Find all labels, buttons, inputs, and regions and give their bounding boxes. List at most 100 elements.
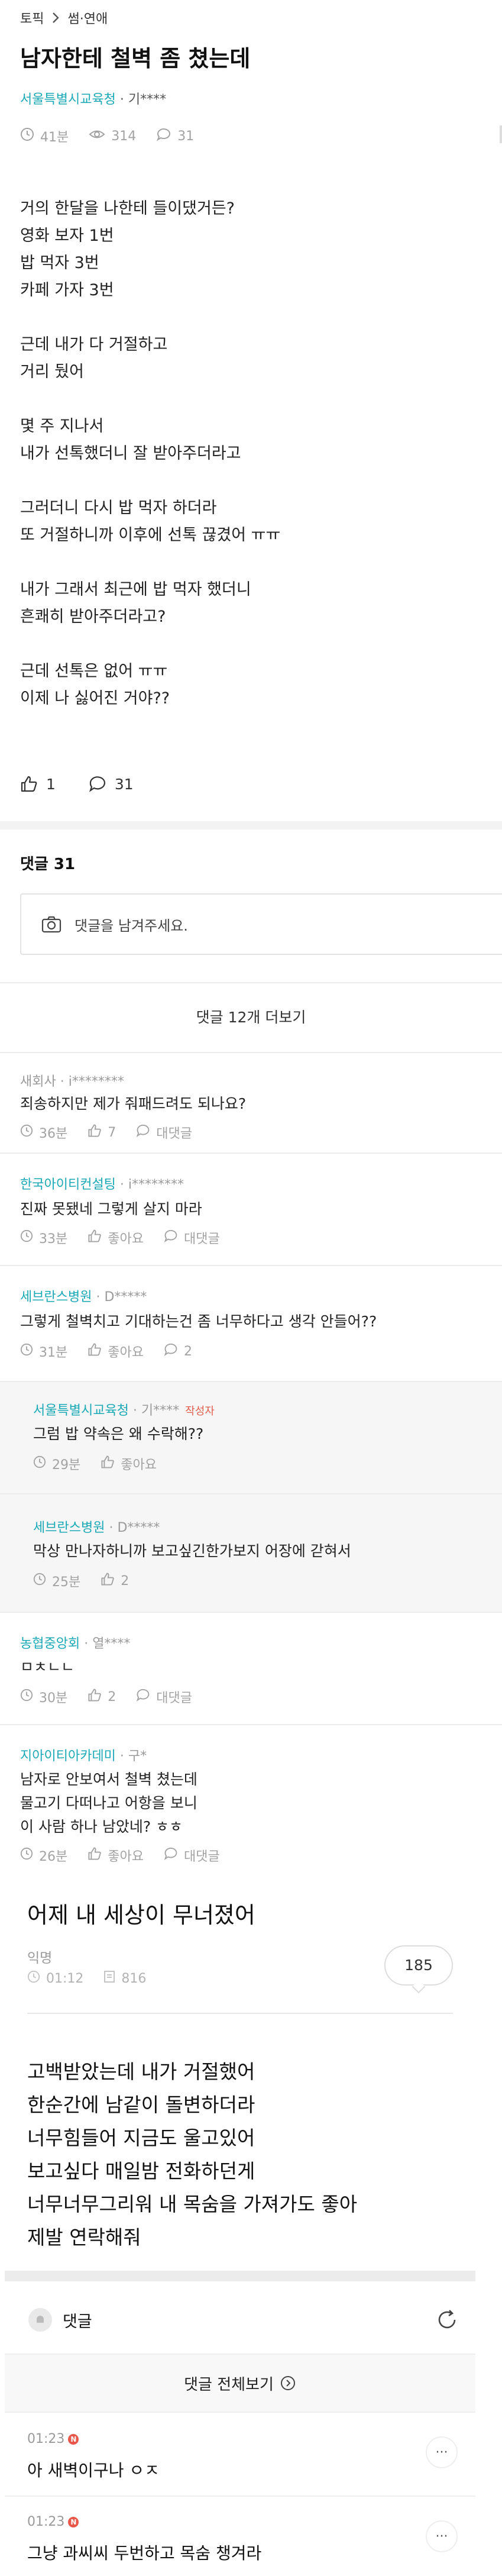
reply-button[interactable]: 대댓글 xyxy=(136,1687,192,1706)
comment-text: 그렇게 철벽치고 기대하는건 좀 너무하다고 생각 안들어?? xyxy=(20,1313,377,1330)
comment-author[interactable]: 농협중앙회 · 열**** xyxy=(20,1633,130,1652)
post-comments: 31 xyxy=(156,127,194,145)
comment-input[interactable]: 댓글을 남겨주세요. xyxy=(20,893,502,955)
comment-time: 26분 xyxy=(20,1846,67,1865)
comment-count-button[interactable]: 31 xyxy=(89,776,134,793)
view-all-comments-button[interactable]: 댓글 전체보기 xyxy=(5,2354,475,2413)
post-paragraph: 내가 그래서 최근에 밥 먹자 했더니 흔쾌히 받아주더라고? xyxy=(20,580,251,626)
comment-text: ㅁㅊㄴㄴ xyxy=(20,1658,75,1676)
comment-item: 농협중앙회 · 열**** ㅁㅊㄴㄴ 30분 2 대댓글 xyxy=(0,1613,502,1725)
reply-item: 세브란스병원 · D***** 막상 만나자하니까 보고싶긴한가보지 어장에 갇… xyxy=(0,1494,502,1613)
more-comments-button[interactable]: 댓글 12개 더보기 xyxy=(0,983,502,1052)
more-edge-marker xyxy=(500,125,502,143)
comment-like-button[interactable]: 7 xyxy=(88,1124,116,1141)
more-options-button[interactable]: ··· xyxy=(426,2520,458,2552)
reply-item: 서울특별시교육청 · 기**** 작성자 그럼 밥 약속은 왜 수락해?? 29분… xyxy=(0,1382,502,1494)
breadcrumb-root[interactable]: 토픽 xyxy=(20,8,44,27)
eye-icon xyxy=(89,128,111,144)
comment-author[interactable]: 서울특별시교육청 · 기**** 작성자 xyxy=(33,1400,215,1419)
thumbs-up-icon xyxy=(20,775,38,793)
thumbs-up-icon xyxy=(88,1229,108,1247)
author-badge: 작성자 xyxy=(185,1405,215,1418)
comment-item: 지아이티아카데미 · 구* 남자로 안보여서 철벽 쳤는데 물고기 다떠나고 어항… xyxy=(0,1725,502,1873)
comment-item: 세브란스병원 · D***** 그렇게 철벽치고 기대하는건 좀 너무하다고 생… xyxy=(0,1266,502,1382)
comment-time: 36분 xyxy=(20,1123,67,1142)
comment-author[interactable]: 한국아이티컨설팅 · i******** xyxy=(20,1174,184,1193)
comment-time: 01:23 xyxy=(27,2514,65,2529)
comment-like-button[interactable]: 2 xyxy=(101,1572,129,1590)
comment-meta: 29분 좋아요 xyxy=(33,1454,177,1473)
clock-icon xyxy=(33,1455,52,1472)
comment-time: 29분 xyxy=(33,1454,80,1473)
comment-item: 새회사 · i******** 죄송하지만 제가 줘패드려도 되나요? 36분 … xyxy=(0,1053,502,1154)
comment-like-button[interactable]: 좋아요 xyxy=(101,1454,157,1473)
more-options-button[interactable]: ··· xyxy=(426,2436,458,2468)
post-paragraph: 거의 한달을 나한테 들이댔거든? 영화 보자 1번 밥 먹자 3번 카페 가자 3번 xyxy=(20,199,235,299)
divider xyxy=(27,2013,453,2014)
like-button[interactable]: 1 xyxy=(20,775,56,793)
comment-text: 그냥 과씨씨 두번하고 목숨 챙겨라 xyxy=(27,2543,262,2563)
cafe-post-views: 816 xyxy=(103,1970,146,1987)
comment-meta: 30분 2 대댓글 xyxy=(20,1687,212,1706)
cafe-comment-header: 댓글 xyxy=(5,2293,475,2346)
post-paragraph: 근데 선톡은 없어 ㅠㅠ 이제 나 싫어진 거야?? xyxy=(20,662,170,708)
comment-item: 한국아이티컨설팅 · i******** 진짜 못됐네 그렇게 살지 마라 33… xyxy=(0,1154,502,1266)
comment-author[interactable]: 세브란스병원 · D***** xyxy=(20,1286,147,1305)
thumbs-up-icon xyxy=(88,1342,108,1360)
reply-button[interactable]: 대댓글 xyxy=(136,1123,192,1142)
comment-icon xyxy=(156,127,177,145)
clock-icon xyxy=(20,1689,39,1705)
clock-icon xyxy=(20,1847,39,1864)
thumbs-up-icon xyxy=(88,1124,108,1141)
post-views: 314 xyxy=(89,128,136,144)
comment-author[interactable]: 지아이티아카데미 · 구* xyxy=(20,1745,147,1764)
comment-text: 남자로 안보여서 철벽 쳤는데 물고기 다떠나고 어항을 보니 이 사람 하나 남았… xyxy=(20,1771,197,1835)
post-reactions: 1 31 xyxy=(20,775,134,793)
comment-text: 막상 만나자하니까 보고싶긴한가보지 어장에 갇혀서 xyxy=(33,1542,351,1560)
page-title: 남자한테 철벽 좀 쳤는데 xyxy=(20,46,251,72)
reply-button[interactable]: 대댓글 xyxy=(164,1846,220,1865)
comment-meta: 31분 좋아요 2 xyxy=(20,1342,212,1361)
clock-icon xyxy=(20,127,40,145)
comment-time: 01:23 xyxy=(27,2432,65,2446)
comment-author[interactable]: 새회사 · i******** xyxy=(20,1071,124,1090)
document-icon xyxy=(103,1970,121,1987)
reply-button[interactable]: 대댓글 xyxy=(164,1228,220,1247)
camera-icon[interactable] xyxy=(41,915,61,933)
cafe-post-body: 고백받았는데 내가 거절했어 한순간에 남같이 돌변하더라 너무힘들어 지금도 … xyxy=(27,2060,358,2249)
post-paragraph: 근데 내가 다 거절하고 거리 뒀어 xyxy=(20,335,168,381)
comment-text: 진짜 못됐네 그렇게 살지 마라 xyxy=(20,1200,202,1218)
comment-text: 그럼 밥 약속은 왜 수락해?? xyxy=(33,1425,204,1442)
comment-input-placeholder: 댓글을 남겨주세요. xyxy=(75,917,188,934)
comment-like-button[interactable]: 좋아요 xyxy=(88,1228,144,1247)
comment-meta: 26분 좋아요 대댓글 xyxy=(20,1846,240,1865)
comment-like-button[interactable]: 2 xyxy=(88,1688,116,1706)
thumbs-up-icon xyxy=(88,1688,108,1706)
chevron-right-icon xyxy=(52,12,60,24)
comment-time: 31분 xyxy=(20,1342,67,1361)
comment-author[interactable]: 세브란스병원 · D***** xyxy=(33,1517,160,1536)
refresh-icon[interactable] xyxy=(435,2308,459,2332)
new-badge: N xyxy=(68,2516,79,2527)
author-org: 서울특별시교육청 xyxy=(20,92,116,107)
breadcrumb: 토픽 썸·연애 xyxy=(20,7,108,28)
post-author[interactable]: 서울특별시교육청 · 기**** xyxy=(20,89,166,108)
author-name: · 기**** xyxy=(119,92,167,107)
breadcrumb-current[interactable]: 썸·연애 xyxy=(67,8,108,27)
comment-like-button[interactable]: 좋아요 xyxy=(88,1846,144,1865)
comment-icon xyxy=(89,776,106,792)
post-paragraph: 그러더니 다시 밥 먹자 하더라 또 거절하니까 이후에 선톡 끊겼어 ㅠㅠ xyxy=(20,499,281,544)
comment-like-button[interactable]: 좋아요 xyxy=(88,1342,144,1361)
cafe-comment-item: 01:23 N 아 새벽이구나 ㅇㅈ ··· xyxy=(5,2414,475,2497)
comment-time: 30분 xyxy=(20,1687,67,1706)
comment-meta: 33분 좋아요 대댓글 xyxy=(20,1228,240,1247)
cafe-comment-label: 댓글 xyxy=(63,2312,92,2331)
clock-icon xyxy=(20,1343,39,1360)
comment-icon xyxy=(164,1343,184,1360)
reply-count-button[interactable]: 2 xyxy=(164,1343,192,1360)
comment-icon xyxy=(164,1229,184,1246)
comment-icon xyxy=(136,1124,156,1141)
post-body: 거의 한달을 나한테 들이댔거든? 영화 보자 1번 밥 먹자 3번 카페 가자 3번… xyxy=(20,195,487,740)
chevron-circle-icon xyxy=(280,2375,296,2391)
comment-icon xyxy=(136,1689,156,1705)
